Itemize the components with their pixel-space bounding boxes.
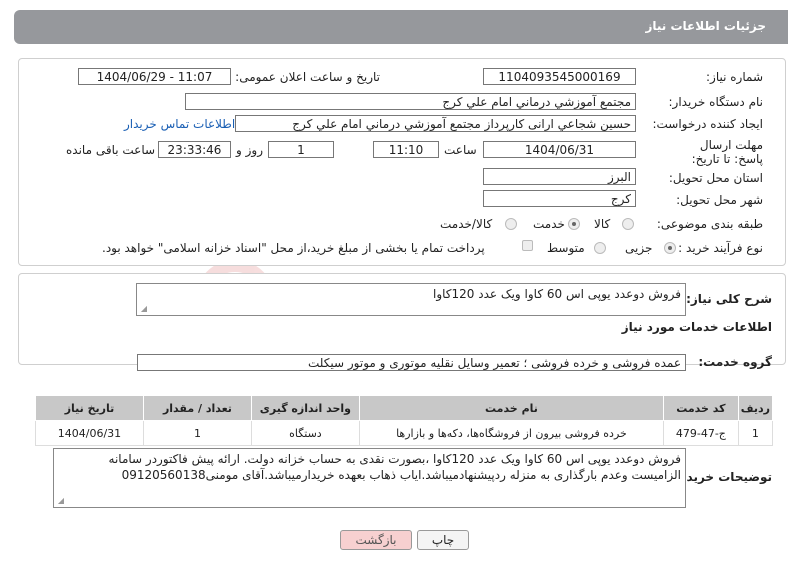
purchase-radio-medium[interactable] — [594, 242, 606, 254]
cell-service-name: خرده فروشی بیرون از فروشگاه‌ها، دکه‌ها و… — [358, 420, 665, 446]
need-number-label: شماره نیاز: — [706, 70, 763, 84]
city-label: شهر محل تحویل: — [676, 193, 763, 207]
buyer-notes-textarea[interactable]: فروش دوعدد یوپی اس 60 کاوا ویک عدد 120کا… — [53, 448, 686, 508]
city-field[interactable]: كرج — [483, 190, 636, 207]
treasury-note: پرداخت تمام یا بخشی از مبلغ خرید،از محل … — [102, 241, 485, 255]
table-row[interactable]: 1 ج-47-479 خرده فروشی بیرون از فروشگاه‌ه… — [35, 420, 774, 446]
summary-textarea[interactable]: فروش دوعدد یوپی اس 60 کاوا ویک عدد 120کا… — [136, 283, 686, 316]
category-label: طبقه بندی موضوعی: — [656, 217, 763, 231]
summary-label: شرح کلی نیاز: — [686, 292, 772, 306]
service-group-field[interactable]: عمده فروشی و خرده فروشی ؛ تعمیر وسایل نق… — [137, 354, 686, 371]
col-need-date: تاریخ نیاز — [35, 395, 144, 421]
need-info-panel — [18, 58, 786, 266]
category-option-goods-service: کالا/خدمت — [440, 217, 493, 231]
remaining-time-label: ساعت باقی مانده — [66, 143, 156, 157]
deadline-time-field[interactable]: 11:10 — [373, 141, 439, 158]
page-title: جزئیات اطلاعات نیاز — [645, 19, 766, 33]
buyer-org-label: نام دستگاه خریدار: — [668, 95, 764, 109]
deadline-date-field[interactable]: 1404/06/31 — [483, 141, 636, 158]
col-unit: واحد اندازه گیری — [250, 395, 360, 421]
province-field[interactable]: البرز — [483, 168, 636, 185]
col-service-code: کد خدمت — [663, 395, 739, 421]
deadline-time-label: ساعت — [444, 143, 477, 157]
purchase-option-medium: متوسط — [547, 241, 585, 255]
services-table: ردیف کد خدمت نام خدمت واحد اندازه گیری ت… — [35, 395, 774, 446]
print-button[interactable]: چاپ — [417, 530, 469, 550]
days-label: روز و — [236, 143, 263, 157]
category-radio-service[interactable] — [568, 218, 580, 230]
service-group-label: گروه خدمت: — [698, 355, 772, 369]
remaining-time-field[interactable]: 23:33:46 — [158, 141, 231, 158]
table-header-row: ردیف کد خدمت نام خدمت واحد اندازه گیری ت… — [35, 395, 774, 421]
category-radio-goods[interactable] — [622, 218, 634, 230]
cell-quantity: 1 — [142, 420, 252, 446]
category-radio-goods-service[interactable] — [505, 218, 517, 230]
resize-grip-icon[interactable]: ◢ — [56, 497, 64, 505]
buyer-contact-link[interactable]: اطلاعات تماس خریدار — [124, 117, 235, 131]
cell-need-date: 1404/06/31 — [35, 420, 144, 446]
buyer-notes-text: فروش دوعدد یوپی اس 60 کاوا ویک عدد 120کا… — [108, 452, 681, 482]
page-header: جزئیات اطلاعات نیاز — [14, 10, 788, 44]
col-row-number: ردیف — [737, 395, 774, 421]
treasury-checkbox[interactable] — [522, 240, 533, 251]
creator-field[interactable]: حسين شجاعي ارانی كارپرداز مجتمع آموزشي د… — [235, 115, 636, 132]
announce-datetime-label: تاریخ و ساعت اعلان عمومی: — [235, 70, 380, 84]
announce-datetime-field[interactable]: 1404/06/29 - 11:07 — [78, 68, 231, 85]
cell-service-code: ج-47-479 — [663, 420, 739, 446]
col-quantity: تعداد / مقدار — [142, 395, 252, 421]
purchase-option-minor: جزیی — [625, 241, 653, 255]
creator-label: ایجاد کننده درخواست: — [652, 117, 763, 131]
category-option-goods: کالا — [594, 217, 611, 231]
services-section-title: اطلاعات خدمات مورد نیاز — [621, 320, 772, 334]
purchase-radio-minor[interactable] — [664, 242, 676, 254]
summary-text: فروش دوعدد یوپی اس 60 کاوا ویک عدد 120کا… — [433, 287, 681, 301]
cell-row-number: 1 — [737, 420, 774, 446]
back-button[interactable]: بازگشت — [340, 530, 412, 550]
purchase-type-label: نوع فرآیند خرید : — [678, 241, 763, 255]
days-field[interactable]: 1 — [268, 141, 334, 158]
category-option-service: خدمت — [533, 217, 565, 231]
resize-grip-icon[interactable]: ◢ — [139, 305, 147, 313]
province-label: استان محل تحویل: — [668, 171, 763, 185]
buyer-org-field[interactable]: مجتمع آموزشي درماني امام علي كرج — [185, 93, 636, 110]
cell-unit: دستگاه — [250, 420, 360, 446]
col-service-name: نام خدمت — [358, 395, 665, 421]
deadline-label: مهلت ارسال پاسخ: تا تاریخ: — [691, 138, 763, 166]
need-number-field[interactable]: 1104093545000169 — [483, 68, 636, 85]
